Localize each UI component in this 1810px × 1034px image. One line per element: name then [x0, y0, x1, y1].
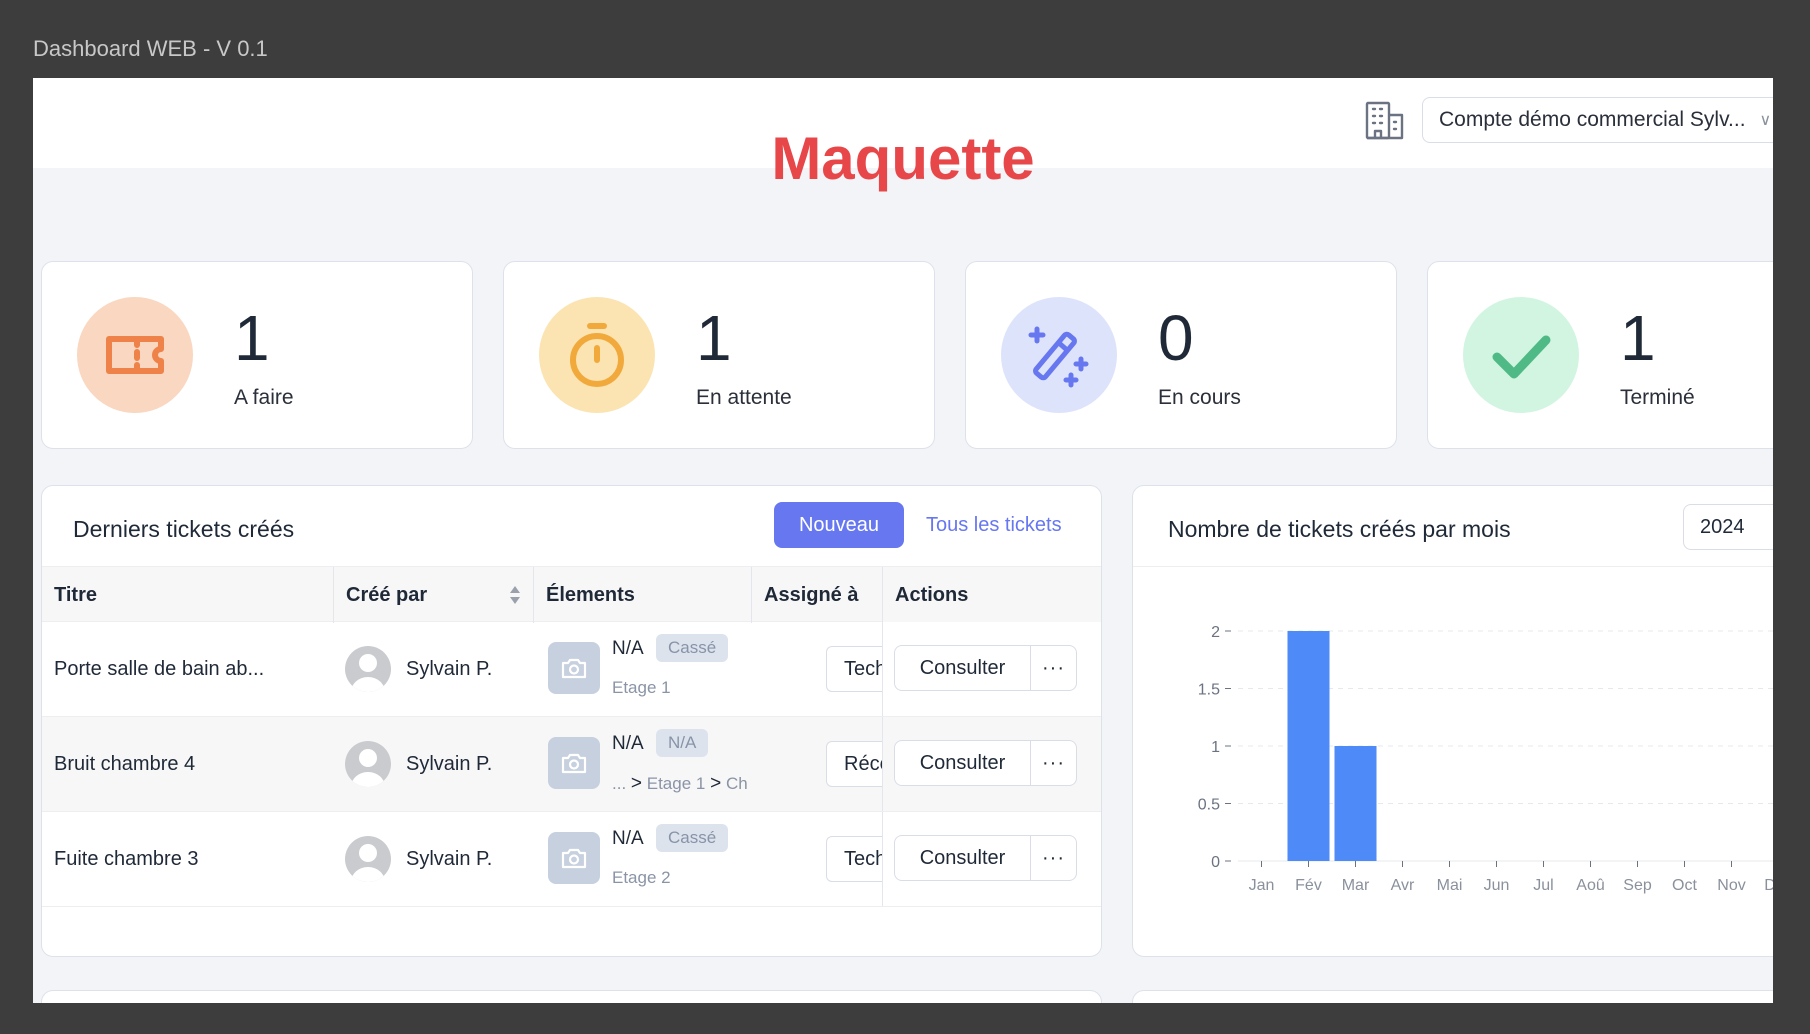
row-actions: Consulter ···: [882, 812, 1101, 906]
row-actions: Consulter ···: [882, 717, 1101, 811]
x-tick-label: Jun: [1484, 877, 1510, 894]
status-badge: Cassé: [656, 824, 729, 852]
element-name: N/A: [612, 638, 644, 659]
location-part: Etage 1: [646, 774, 706, 793]
status-badge: N/A: [656, 729, 709, 757]
y-tick-label: 1: [1211, 739, 1220, 756]
stat-card-todo[interactable]: 1 A faire: [41, 261, 473, 449]
camera-icon[interactable]: [548, 737, 600, 789]
row-actions: Consulter ···: [882, 622, 1101, 716]
camera-icon[interactable]: [548, 642, 600, 694]
stat-label: Terminé: [1620, 386, 1695, 409]
location-part: Etage 1: [612, 678, 671, 697]
x-tick-label: Nov: [1717, 877, 1745, 894]
element-location: Etage 2: [612, 868, 756, 888]
y-tick-label: 1.5: [1198, 682, 1220, 699]
x-tick-label: Mar: [1342, 877, 1370, 894]
location-part: Etage 2: [612, 868, 671, 887]
column-header-assigned[interactable]: Assigné à: [751, 567, 882, 623]
y-tick-label: 0: [1211, 854, 1220, 871]
checkmark-icon: [1463, 297, 1579, 413]
stat-count: 0: [1158, 302, 1194, 374]
x-tick-label: Avr: [1391, 877, 1415, 894]
x-tick-label: Déc: [1764, 877, 1773, 894]
year-select[interactable]: 2024: [1683, 504, 1773, 550]
consult-button[interactable]: Consulter: [894, 835, 1031, 881]
y-tick-label: 0.5: [1198, 797, 1220, 814]
avatar: [345, 741, 391, 787]
bottom-card-right: [1132, 990, 1773, 1003]
location-separator: >: [710, 773, 722, 794]
column-header-elements[interactable]: Élements: [533, 567, 751, 623]
all-tickets-link[interactable]: Tous les tickets: [926, 514, 1062, 537]
location-separator: >: [630, 773, 643, 794]
x-tick-label: Fév: [1295, 877, 1322, 894]
ticket-creator: Sylvain P.: [406, 657, 493, 680]
stat-label: A faire: [234, 386, 294, 409]
tickets-per-month-card: Nombre de tickets créés par mois 2024 00…: [1132, 485, 1773, 957]
y-tick-label: 2: [1211, 624, 1220, 641]
chart-title: Nombre de tickets créés par mois: [1168, 516, 1511, 542]
ticket-creator: Sylvain P.: [406, 847, 493, 870]
x-tick-label: Sep: [1623, 877, 1652, 894]
bottom-card-left: [41, 990, 1102, 1003]
x-tick-label: Oct: [1672, 877, 1697, 894]
stopwatch-icon: [539, 297, 655, 413]
element-name: N/A: [612, 828, 644, 849]
table-row[interactable]: Bruit chambre 4 Sylvain P. N/A N/A ... >…: [42, 717, 1101, 812]
ticket-title: Fuite chambre 3: [54, 847, 199, 870]
stat-count: 1: [234, 302, 270, 374]
column-header-title[interactable]: Titre: [42, 567, 333, 623]
avatar: [345, 836, 391, 882]
ticket-creator: Sylvain P.: [406, 752, 493, 775]
x-tick-label: Aoû: [1576, 877, 1604, 894]
stat-card-waiting[interactable]: 1 En attente: [503, 261, 935, 449]
stat-label: En cours: [1158, 386, 1241, 409]
element-name: N/A: [612, 733, 644, 754]
ticket-icon: [77, 297, 193, 413]
recent-tickets-title: Derniers tickets créés: [73, 516, 295, 542]
bar-Mar: [1334, 746, 1377, 861]
x-tick-label: Jul: [1533, 877, 1553, 894]
camera-icon[interactable]: [548, 832, 600, 884]
stat-card-in-progress[interactable]: 0 En cours: [965, 261, 1397, 449]
more-actions-button[interactable]: ···: [1030, 645, 1077, 691]
stat-label: En attente: [696, 386, 792, 409]
column-header-creator[interactable]: Créé par: [333, 567, 533, 623]
column-header-creator-label: Créé par: [346, 583, 428, 606]
table-row[interactable]: Porte salle de bain ab... Sylvain P. N/A…: [42, 622, 1101, 717]
magic-wand-icon: [1001, 297, 1117, 413]
consult-button[interactable]: Consulter: [894, 645, 1031, 691]
ticket-title: Bruit chambre 4: [54, 752, 196, 775]
new-ticket-button[interactable]: Nouveau: [774, 502, 904, 548]
bar-Fév: [1287, 631, 1330, 861]
more-actions-button[interactable]: ···: [1030, 740, 1077, 786]
more-actions-button[interactable]: ···: [1030, 835, 1077, 881]
table-row[interactable]: Fuite chambre 3 Sylvain P. N/A Cassé Eta…: [42, 812, 1101, 907]
window-title: Dashboard WEB - V 0.1: [33, 36, 268, 61]
sort-icon[interactable]: [508, 584, 522, 612]
element-location: Etage 1: [612, 678, 756, 698]
stat-count: 1: [696, 302, 732, 374]
consult-button[interactable]: Consulter: [894, 740, 1031, 786]
location-part: ...: [612, 774, 627, 793]
table-header: Titre Créé par Élements Assigné à Action…: [42, 566, 1101, 623]
element-location: ... > Etage 1 > Ch: [612, 773, 756, 795]
status-badge: Cassé: [656, 634, 729, 662]
recent-tickets-card: Derniers tickets créés Nouveau Tous les …: [41, 485, 1102, 957]
avatar: [345, 646, 391, 692]
watermark-label: Maquette: [771, 125, 1035, 192]
x-tick-label: Jan: [1249, 877, 1275, 894]
tickets-bar-chart: 0 0.5 1 1.5 2 Jan Fév Mar Avr Mai Jun Jul Aoû Sep Oct N…: [1198, 624, 1773, 894]
x-tick-label: Mai: [1437, 877, 1463, 894]
column-header-actions: Actions: [882, 567, 1101, 623]
stat-count: 1: [1620, 302, 1656, 374]
stat-card-done[interactable]: 1 Terminé: [1427, 261, 1773, 449]
ticket-title: Porte salle de bain ab...: [54, 657, 265, 680]
app-screen: Compte démo commercial Sylv... ∨ Maquett…: [33, 78, 1773, 1003]
location-part: Ch: [725, 774, 748, 793]
